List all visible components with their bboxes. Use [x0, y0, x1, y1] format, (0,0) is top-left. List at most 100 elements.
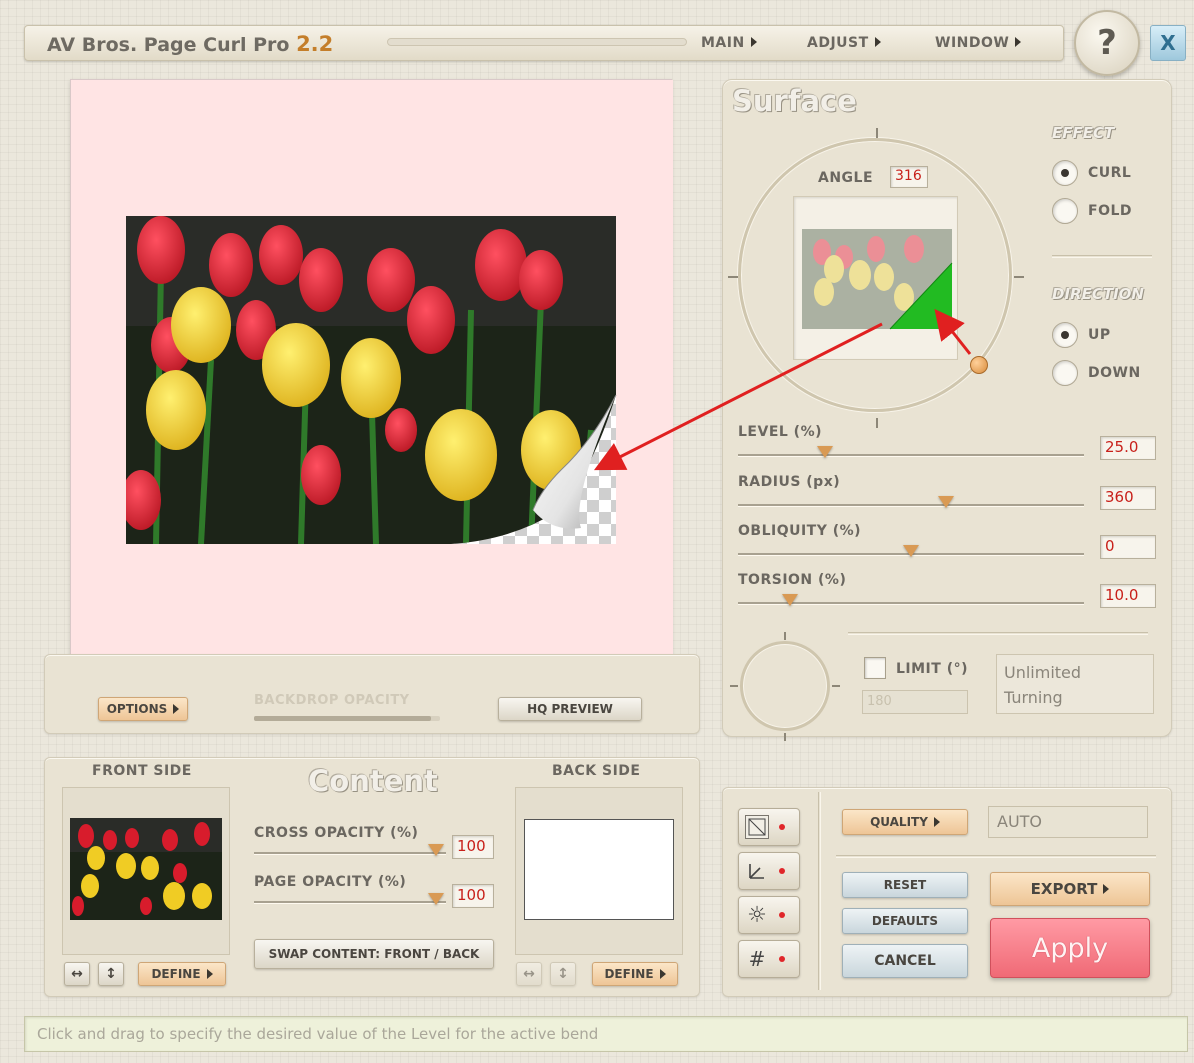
menu-adjust[interactable]: ADJUST	[807, 35, 881, 51]
direction-down-radio[interactable]: DOWN	[1052, 360, 1141, 386]
backdrop-opacity-fill	[254, 716, 431, 721]
front-side-thumbnail[interactable]	[70, 818, 222, 920]
backdrop-opacity-slider[interactable]	[254, 716, 440, 721]
limit-label: LIMIT (°)	[896, 661, 968, 677]
dial-tick	[730, 685, 738, 687]
effect-fold-radio[interactable]: FOLD	[1052, 198, 1132, 224]
app-title-version: 2.2	[296, 32, 334, 56]
apply-button[interactable]: Apply	[990, 918, 1150, 978]
hq-preview-button[interactable]: HQ PREVIEW	[498, 697, 642, 721]
active-led-icon	[779, 824, 785, 830]
slider-obliquity-label: OBLIQUITY (%)	[738, 523, 862, 539]
content-heading: Content	[308, 764, 438, 798]
limit-info-line2: Turning	[1004, 688, 1063, 707]
divider	[848, 632, 1148, 635]
slider-torsion-input[interactable]: 10.0	[1100, 584, 1156, 608]
effect-heading: EFFECT	[1052, 124, 1115, 142]
preview-canvas[interactable]	[70, 79, 673, 680]
cross-opacity-input[interactable]: 100	[452, 835, 494, 859]
divider	[818, 792, 821, 990]
radio-button-icon	[1052, 198, 1078, 224]
preview-image[interactable]	[71, 80, 673, 680]
slider-radius-track[interactable]	[738, 504, 1084, 507]
limit-checkbox[interactable]	[864, 657, 886, 679]
active-led-icon	[779, 956, 785, 962]
active-led-icon	[779, 912, 785, 918]
back-side-label: BACK SIDE	[552, 763, 641, 779]
help-button[interactable]: ?	[1074, 10, 1140, 76]
flip-horizontal-icon: ↔	[523, 966, 535, 982]
radio-button-icon	[1052, 322, 1078, 348]
title-divider	[387, 38, 687, 46]
tool-grid-button[interactable]: #	[738, 940, 800, 978]
export-button[interactable]: EXPORT	[990, 872, 1150, 906]
dial-tick	[1014, 276, 1024, 278]
status-text: Click and drag to specify the desired va…	[37, 1025, 599, 1043]
radio-selected-icon	[1061, 331, 1069, 339]
effect-curl-radio[interactable]: CURL	[1052, 160, 1131, 186]
reset-button[interactable]: RESET	[842, 872, 968, 898]
cross-opacity-track[interactable]	[254, 852, 446, 855]
effect-curl-label: CURL	[1088, 165, 1132, 181]
close-button[interactable]: X	[1150, 25, 1186, 61]
swap-content-button[interactable]: SWAP CONTENT: FRONT / BACK	[254, 939, 494, 969]
help-icon: ?	[1097, 23, 1117, 63]
active-led-icon	[779, 868, 785, 874]
triangle-right-icon	[1103, 884, 1110, 894]
torsion-dial[interactable]	[740, 641, 830, 731]
slider-level-input[interactable]: 25.0	[1100, 436, 1156, 460]
tool-light-button[interactable]: ☼	[738, 896, 800, 934]
title-bar: AV Bros. Page Curl Pro 2.2 MAIN ADJUST W…	[24, 25, 1064, 61]
direction-down-label: DOWN	[1088, 365, 1141, 381]
slider-obliquity-thumb[interactable]	[903, 545, 919, 557]
effect-fold-label: FOLD	[1088, 203, 1133, 219]
menu-window[interactable]: WINDOW	[935, 35, 1022, 51]
slider-level-track[interactable]	[738, 454, 1084, 457]
slider-level-thumb[interactable]	[816, 446, 833, 458]
direction-up-radio[interactable]: UP	[1052, 322, 1111, 348]
cross-opacity-label: CROSS OPACITY (%)	[254, 825, 419, 841]
slider-radius-thumb[interactable]	[937, 496, 954, 508]
tool-page-button[interactable]	[738, 808, 800, 846]
flip-vertical-button[interactable]: ↕	[98, 962, 124, 986]
slider-obliquity-input[interactable]: 0	[1100, 535, 1156, 559]
back-define-button[interactable]: DEFINE	[592, 962, 678, 986]
front-define-button[interactable]: DEFINE	[138, 962, 226, 986]
close-icon: X	[1160, 31, 1176, 55]
angle-input[interactable]: 316	[890, 166, 928, 188]
front-side-label: FRONT SIDE	[92, 763, 192, 779]
menu-main[interactable]: MAIN	[701, 35, 757, 51]
slider-torsion-thumb[interactable]	[781, 594, 798, 606]
back-side-thumbnail[interactable]	[524, 819, 674, 920]
back-flip-horizontal-button: ↔	[516, 962, 542, 986]
triangle-right-icon	[750, 37, 757, 47]
backdrop-opacity-label: BACKDROP OPACITY	[254, 693, 410, 708]
direction-heading: DIRECTION	[1052, 285, 1144, 303]
radio-selected-icon	[1061, 169, 1069, 177]
slider-torsion: TORSION (%) 10.0	[738, 572, 1158, 616]
tool-axis-button[interactable]	[738, 852, 800, 890]
triangle-right-icon	[874, 37, 881, 47]
cancel-button[interactable]: CANCEL	[842, 944, 968, 978]
page-opacity-label: PAGE OPACITY (%)	[254, 874, 407, 890]
quality-button[interactable]: QUALITY	[842, 809, 968, 835]
app-title-name: AV Bros. Page Curl Pro	[47, 34, 290, 56]
quality-value-field[interactable]: AUTO	[988, 806, 1148, 838]
defaults-button[interactable]: DEFAULTS	[842, 908, 968, 934]
dial-tick	[784, 733, 786, 741]
dial-tick	[832, 685, 840, 687]
cross-opacity-thumb[interactable]	[428, 844, 444, 856]
page-opacity-input[interactable]: 100	[452, 884, 494, 908]
slider-torsion-label: TORSION (%)	[738, 572, 847, 588]
dial-tick	[876, 128, 878, 138]
triangle-right-icon	[1015, 37, 1022, 47]
options-button[interactable]: OPTIONS	[98, 697, 188, 721]
flip-horizontal-button[interactable]: ↔	[64, 962, 90, 986]
slider-radius-input[interactable]: 360	[1100, 486, 1156, 510]
page-opacity-thumb[interactable]	[428, 893, 444, 905]
angle-handle[interactable]	[970, 356, 988, 374]
limit-info-line1: Unlimited	[1004, 663, 1082, 682]
page-opacity-track[interactable]	[254, 901, 446, 904]
page-shape-icon	[745, 815, 769, 839]
direction-up-label: UP	[1088, 327, 1111, 343]
